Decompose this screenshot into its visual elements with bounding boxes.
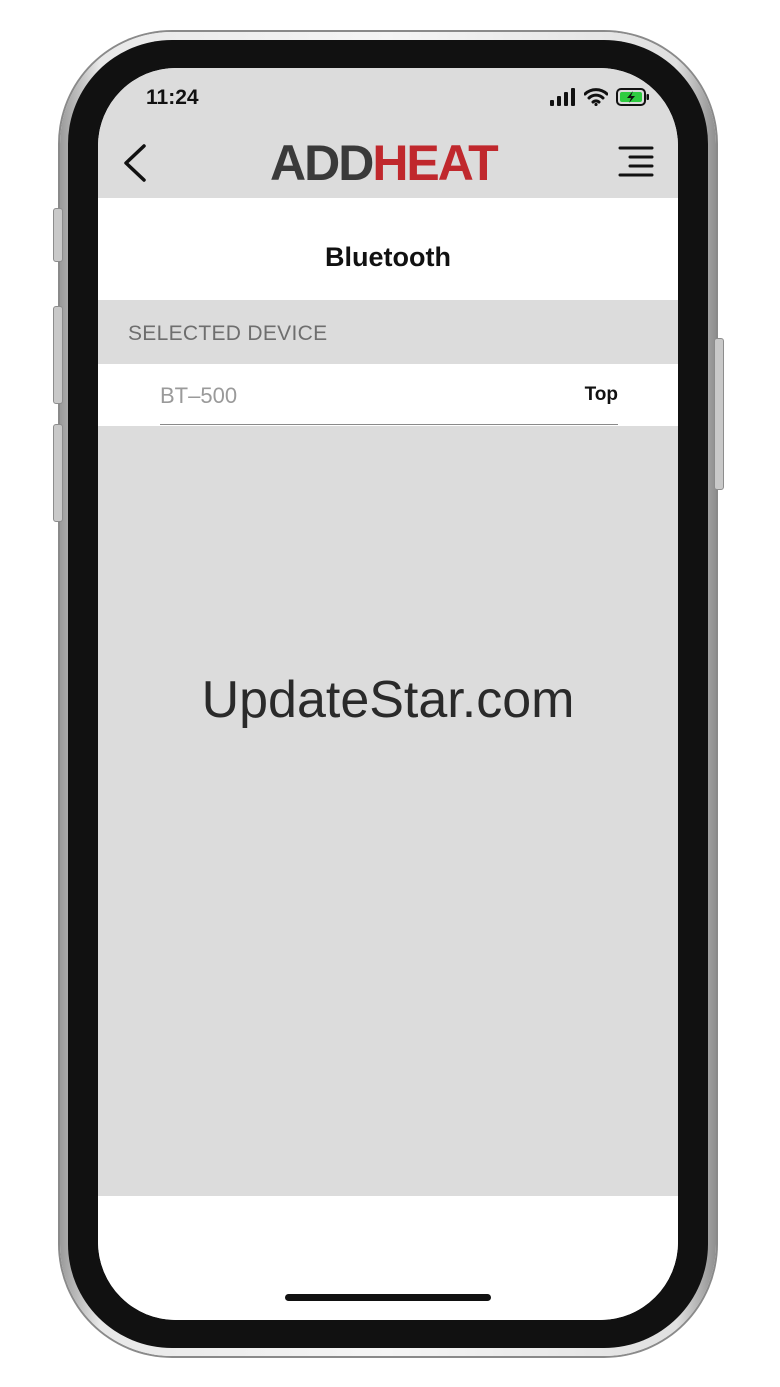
hamburger-menu-icon [618,146,654,177]
brand-logo: ADD HEAT [270,135,499,191]
phone-screen: 11:24 ADD HEAT Bluetooth SELECTED DEVICE… [98,68,678,1320]
page-title-row: Bluetooth [98,198,678,300]
brand-logo-text-heat: HEAT [372,135,498,191]
volume-down-button [53,424,63,522]
content-area: UpdateStar.com [98,426,678,1196]
home-indicator[interactable] [285,1294,491,1301]
app-header: ADD HEAT [98,128,678,198]
device-name: BT–500 [160,383,238,408]
status-time: 11:24 [146,86,199,109]
back-button[interactable] [116,140,156,186]
cellular-signal-icon [550,88,575,106]
status-icons [550,88,650,106]
divider [160,424,618,425]
section-label: SELECTED DEVICE [128,322,328,345]
device-tag: Top [584,384,618,405]
device-list-item[interactable]: BT–500 Top [98,364,678,426]
status-bar: 11:24 [98,68,678,128]
watermark-text: UpdateStar.com [201,671,575,729]
power-button [714,338,724,490]
brand-logo-text-add: ADD [270,135,374,191]
wifi-icon [584,88,608,106]
mute-switch [53,208,63,262]
chevron-left-icon [124,144,146,182]
page-title: Bluetooth [325,242,451,272]
battery-charging-icon [616,88,649,106]
menu-button[interactable] [616,142,656,184]
section-header: SELECTED DEVICE [98,300,678,364]
bottom-area [98,1196,678,1320]
volume-up-button [53,306,63,404]
